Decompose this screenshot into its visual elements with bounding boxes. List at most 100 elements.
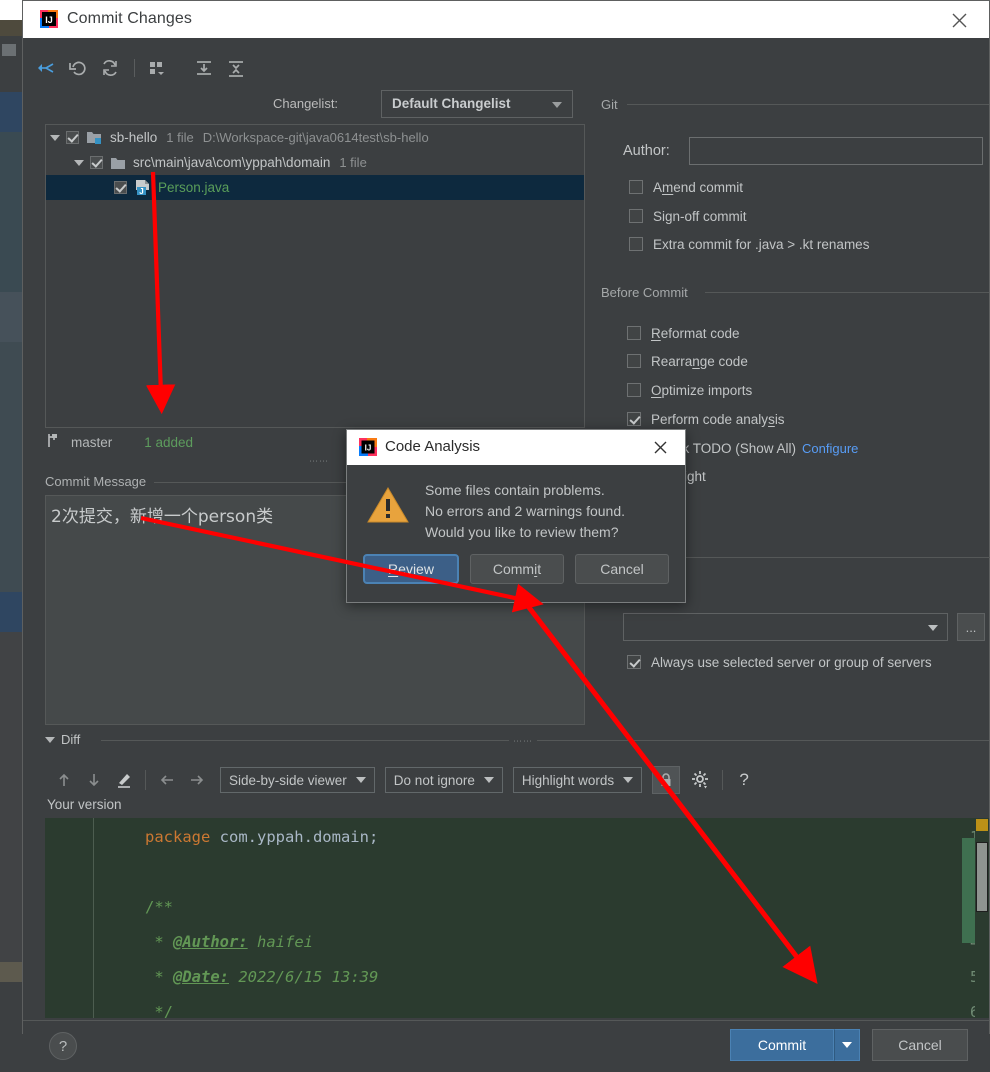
window-title: Commit Changes <box>67 10 192 28</box>
svg-text:IJ: IJ <box>365 444 372 453</box>
your-version-label: Your version <box>47 797 122 812</box>
chevron-down-icon <box>928 625 938 631</box>
author-label: Author: <box>623 143 670 159</box>
checkbox-box <box>629 180 643 194</box>
group-by-icon[interactable] <box>142 53 172 83</box>
changes-toolbar <box>31 50 571 86</box>
question-mark-icon[interactable]: ? <box>729 765 759 795</box>
checkbox-box <box>629 209 643 223</box>
modal-title-bar: IJ Code Analysis <box>347 430 685 465</box>
warning-triangle-icon <box>367 486 409 524</box>
changelist-label: Changelist: <box>273 96 338 111</box>
checkbox-box <box>627 383 641 397</box>
collapse-to-arrow-icon[interactable] <box>31 53 61 83</box>
tree-row-checkbox[interactable] <box>114 181 127 194</box>
scrollbar-thumb[interactable] <box>976 842 988 912</box>
checkbox-reformat-code[interactable]: Reformat code <box>627 323 740 343</box>
diff-section-header[interactable]: Diff <box>45 732 80 747</box>
help-button[interactable]: ? <box>49 1032 77 1060</box>
ide-background-strip <box>0 0 22 1043</box>
cancel-button[interactable]: Cancel <box>872 1029 968 1061</box>
tree-row-src-main-java-com-yppah-domain[interactable]: src\main\java\com\yppah\domain 1 file <box>46 150 584 175</box>
tree-row-checkbox[interactable] <box>90 156 103 169</box>
accept-left-icon[interactable] <box>152 765 182 795</box>
git-branch-icon <box>45 432 61 452</box>
java-file-icon: J <box>134 179 151 196</box>
next-difference-icon[interactable] <box>79 765 109 795</box>
change-markers-gutter <box>94 818 128 1018</box>
checkbox-sign-off-commit[interactable]: Sign-off commit <box>629 206 747 226</box>
commit-message-label: Commit Message <box>45 474 154 489</box>
tree-row-meta: 1 file <box>339 155 366 170</box>
collapse-all-icon[interactable] <box>221 53 251 83</box>
window-title-bar: IJ Commit Changes <box>23 1 989 38</box>
code-scrollbar[interactable] <box>975 818 989 1018</box>
branch-name: master <box>71 435 112 450</box>
commit-button[interactable]: Commit <box>730 1029 834 1061</box>
code-line: /** <box>145 898 173 916</box>
commit-dropdown-button[interactable] <box>834 1029 860 1061</box>
accept-right-icon[interactable] <box>182 765 212 795</box>
chevron-down-icon <box>552 102 562 108</box>
checkbox-label: Extra commit for .java > .kt renames <box>653 237 869 252</box>
edit-icon[interactable] <box>109 765 139 795</box>
ignore-mode-dropdown[interactable]: Do not ignore <box>385 767 503 793</box>
diff-change-track <box>962 838 976 943</box>
highlight-mode-dropdown[interactable]: Highlight words <box>513 767 642 793</box>
tree-row-name: sb-hello <box>110 130 157 145</box>
chevron-down-icon <box>356 777 366 783</box>
tree-row-sb-hello[interactable]: sb-hello1 fileD:\Workspace-git\java0614t… <box>46 125 584 150</box>
checkbox-box <box>627 326 641 340</box>
viewer-mode-dropdown[interactable]: Side-by-side viewer <box>220 767 375 793</box>
configure-link[interactable]: Configure <box>802 441 858 456</box>
checkbox-label: Always use selected server or group of s… <box>651 655 932 670</box>
chevron-down-icon <box>484 777 494 783</box>
previous-difference-icon[interactable] <box>49 765 79 795</box>
chevron-down-icon[interactable] <box>74 160 84 166</box>
checkbox-perform-code-analysis[interactable]: Perform code analysis <box>627 409 785 429</box>
rollback-icon[interactable] <box>63 53 93 83</box>
line-number-gutter <box>45 818 94 1018</box>
viewer-mode-value: Side-by-side viewer <box>229 773 347 788</box>
close-icon[interactable] <box>939 5 979 35</box>
changes-tree[interactable]: sb-hello1 fileD:\Workspace-git\java0614t… <box>45 124 585 428</box>
chevron-down-icon[interactable] <box>50 135 60 141</box>
expand-all-icon[interactable] <box>189 53 219 83</box>
checkbox-optimize-imports[interactable]: Optimize imports <box>627 380 752 400</box>
tree-row-person-java[interactable]: JPerson.java <box>46 175 584 200</box>
refresh-icon[interactable] <box>95 53 125 83</box>
checkbox-extra-commit-renames[interactable]: Extra commit for .java > .kt renames <box>629 234 869 254</box>
checkbox-amend-commit[interactable]: Amend commit <box>629 177 743 197</box>
diff-section-title: Diff <box>61 732 80 747</box>
splitter-grip[interactable]: ⋯⋯ <box>309 456 329 467</box>
dialog-button-bar: ? Commit Cancel <box>23 1020 989 1072</box>
server-browse-button[interactable]: ... <box>957 613 985 641</box>
checkbox-rearrange-code[interactable]: Rearrange code <box>627 351 748 371</box>
tree-row-checkbox[interactable] <box>66 131 79 144</box>
modal-buttons: Review Commit Cancel <box>347 554 685 594</box>
checkbox-box <box>629 237 643 251</box>
modal-message-line3: Would you like to review them? <box>425 522 625 543</box>
warning-marker[interactable] <box>976 819 988 831</box>
checkbox-box <box>627 655 641 669</box>
svg-text:IJ: IJ <box>45 15 53 25</box>
changelist-dropdown[interactable]: Default Changelist <box>381 90 573 118</box>
diff-splitter-grip[interactable]: ⋯⋯ <box>509 736 537 747</box>
lock-icon[interactable] <box>652 766 680 794</box>
modal-cancel-button[interactable]: Cancel <box>575 554 669 584</box>
modal-commit-button[interactable]: Commit <box>470 554 564 584</box>
server-dropdown[interactable] <box>623 613 948 641</box>
intellij-idea-logo-icon: IJ <box>39 9 59 29</box>
author-input[interactable] <box>689 137 983 165</box>
gear-icon[interactable] <box>686 765 716 795</box>
checkbox-always-use-server[interactable]: Always use selected server or group of s… <box>627 652 932 672</box>
close-icon[interactable] <box>643 434 677 461</box>
changelist-value: Default Changelist <box>392 96 511 111</box>
code-line: * @Date: 2022/6/15 13:39 <box>145 968 378 986</box>
modal-title: Code Analysis <box>385 438 480 455</box>
tree-row-name: src\main\java\com\yppah\domain <box>133 155 330 170</box>
commit-message-value: 2次提交，新增一个person类 <box>51 502 273 527</box>
review-button[interactable]: Review <box>363 554 459 584</box>
diff-code-viewer[interactable]: 1package com.yppah.domain;23/**4 * @Auth… <box>45 818 989 1018</box>
svg-text:J: J <box>139 187 143 196</box>
